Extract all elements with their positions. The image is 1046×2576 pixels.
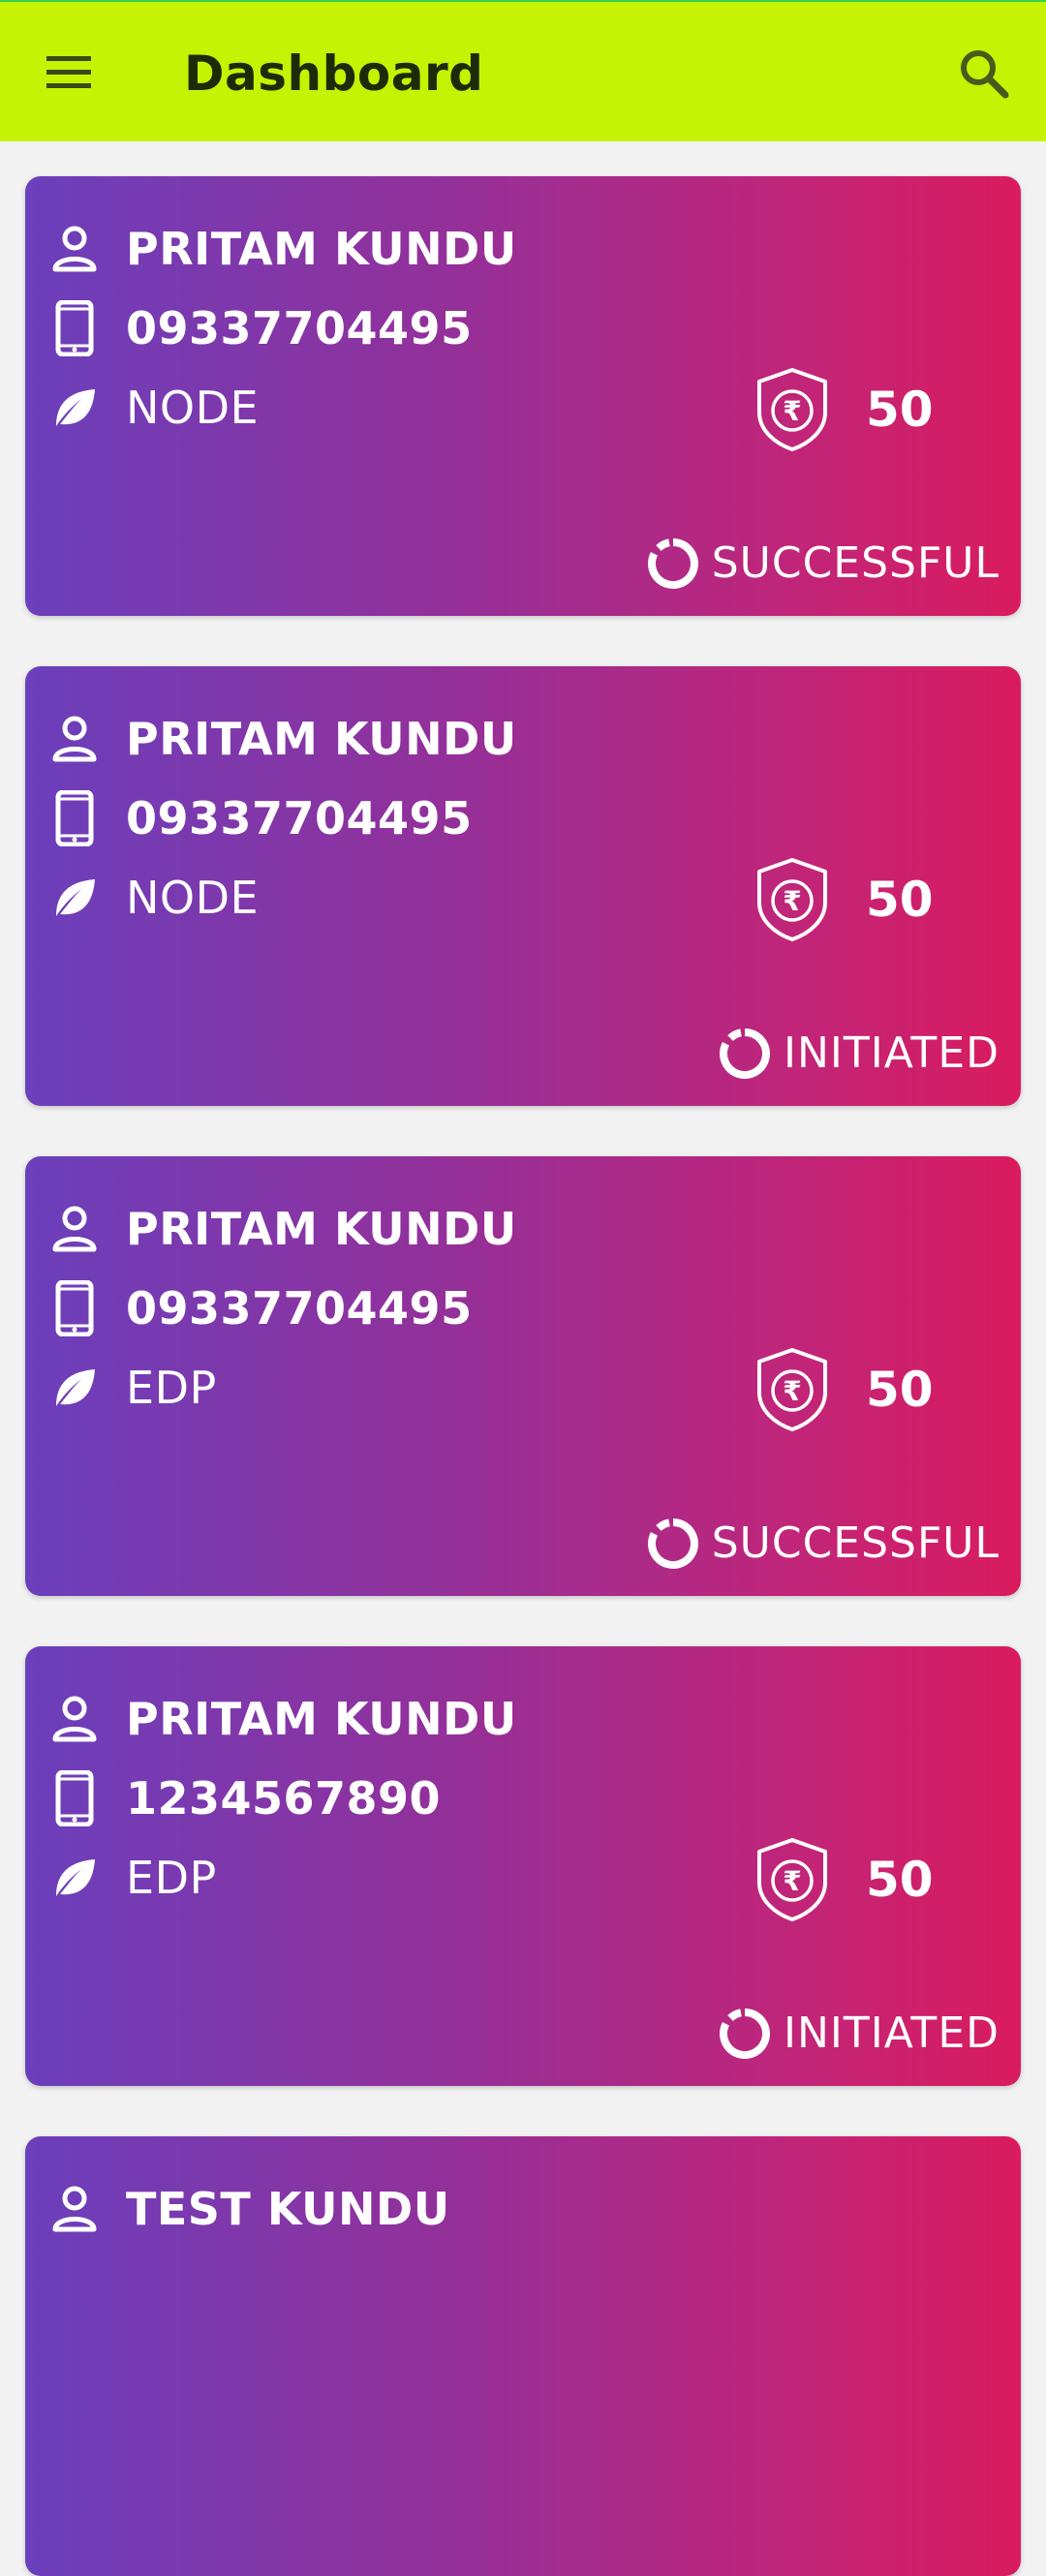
- customer-name: PRITAM KUNDU: [126, 1693, 517, 1745]
- phone-row: 09337704495: [52, 294, 473, 362]
- leaf-icon: [52, 1361, 97, 1415]
- customer-name: PRITAM KUNDU: [126, 713, 517, 765]
- smartphone-icon: [52, 1280, 97, 1336]
- leaf-icon: [52, 381, 97, 435]
- rupee-shield-icon: ₹: [754, 1346, 831, 1433]
- menu-icon[interactable]: [43, 48, 97, 97]
- transaction-card[interactable]: PRITAM KUNDU 1234567890 EDP ₹ 50 INITIAT…: [25, 1646, 1021, 2086]
- type-row: NODE: [52, 374, 259, 442]
- type-row: EDP: [52, 1354, 217, 1422]
- amount: ₹ 50: [754, 366, 934, 453]
- amount: ₹ 50: [754, 856, 934, 943]
- amount-value: 50: [866, 1362, 934, 1418]
- phone-number: 1234567890: [126, 1772, 442, 1825]
- amount-value: 50: [866, 872, 934, 928]
- svg-text:₹: ₹: [783, 1375, 801, 1407]
- status-text: SUCCESSFUL: [711, 1518, 1000, 1568]
- name-row: PRITAM KUNDU: [52, 1195, 517, 1263]
- transaction-card[interactable]: PRITAM KUNDU 09337704495 NODE ₹ 50 SUCCE…: [25, 176, 1021, 616]
- phone-number: 09337704495: [126, 302, 473, 354]
- status-text: SUCCESSFUL: [711, 538, 1000, 588]
- person-icon: [52, 1202, 97, 1256]
- customer-name: PRITAM KUNDU: [126, 1203, 517, 1255]
- transaction-type: NODE: [126, 382, 260, 434]
- status-badge: SUCCESSFUL: [646, 1517, 1000, 1571]
- name-row: PRITAM KUNDU: [52, 705, 517, 773]
- transaction-type: NODE: [126, 872, 260, 924]
- rupee-shield-icon: ₹: [754, 856, 831, 943]
- rupee-shield-icon: ₹: [754, 1836, 831, 1923]
- svg-text:₹: ₹: [783, 1865, 801, 1897]
- status-ring-icon: [646, 1517, 700, 1571]
- person-icon: [52, 222, 97, 276]
- search-icon[interactable]: [955, 45, 1013, 103]
- status-badge: INITIATED: [718, 2007, 1000, 2061]
- page-title: Dashboard: [184, 46, 484, 102]
- name-row: TEST KUNDU: [52, 2175, 450, 2243]
- smartphone-icon: [52, 1770, 97, 1826]
- app-bar: Dashboard: [0, 0, 1046, 141]
- status-badge: SUCCESSFUL: [646, 537, 1000, 591]
- status-text: INITIATED: [784, 1028, 1000, 1078]
- rupee-shield-icon: ₹: [754, 366, 831, 453]
- leaf-icon: [52, 1851, 97, 1905]
- svg-text:₹: ₹: [783, 395, 801, 427]
- transaction-card[interactable]: PRITAM KUNDU 09337704495 EDP ₹ 50 SUCCES…: [25, 1156, 1021, 1596]
- amount-value: 50: [866, 382, 934, 438]
- smartphone-icon: [52, 300, 97, 356]
- svg-text:₹: ₹: [783, 885, 801, 917]
- transaction-card[interactable]: TEST KUNDU: [25, 2136, 1021, 2576]
- person-icon: [52, 2182, 97, 2236]
- status-ring-icon: [718, 2007, 772, 2061]
- name-row: PRITAM KUNDU: [52, 215, 517, 283]
- name-row: PRITAM KUNDU: [52, 1685, 517, 1753]
- phone-row: 1234567890: [52, 1764, 441, 1832]
- person-icon: [52, 712, 97, 766]
- transaction-type: EDP: [126, 1362, 217, 1414]
- status-text: INITIATED: [784, 2009, 1000, 2058]
- phone-number: 09337704495: [126, 1282, 473, 1334]
- amount: ₹ 50: [754, 1836, 934, 1923]
- status-ring-icon: [646, 537, 700, 591]
- type-row: NODE: [52, 864, 259, 932]
- phone-row: 09337704495: [52, 784, 473, 852]
- amount-value: 50: [866, 1852, 934, 1908]
- person-icon: [52, 1692, 97, 1746]
- customer-name: TEST KUNDU: [126, 2183, 450, 2235]
- status-ring-icon: [718, 1027, 772, 1081]
- amount: ₹ 50: [754, 1346, 934, 1433]
- type-row: EDP: [52, 1844, 217, 1912]
- status-badge: INITIATED: [718, 1027, 1000, 1081]
- phone-row: 09337704495: [52, 1274, 473, 1342]
- transaction-card[interactable]: PRITAM KUNDU 09337704495 NODE ₹ 50 INITI…: [25, 666, 1021, 1106]
- smartphone-icon: [52, 790, 97, 846]
- phone-number: 09337704495: [126, 792, 473, 844]
- leaf-icon: [52, 871, 97, 925]
- transaction-type: EDP: [126, 1852, 217, 1904]
- customer-name: PRITAM KUNDU: [126, 223, 517, 275]
